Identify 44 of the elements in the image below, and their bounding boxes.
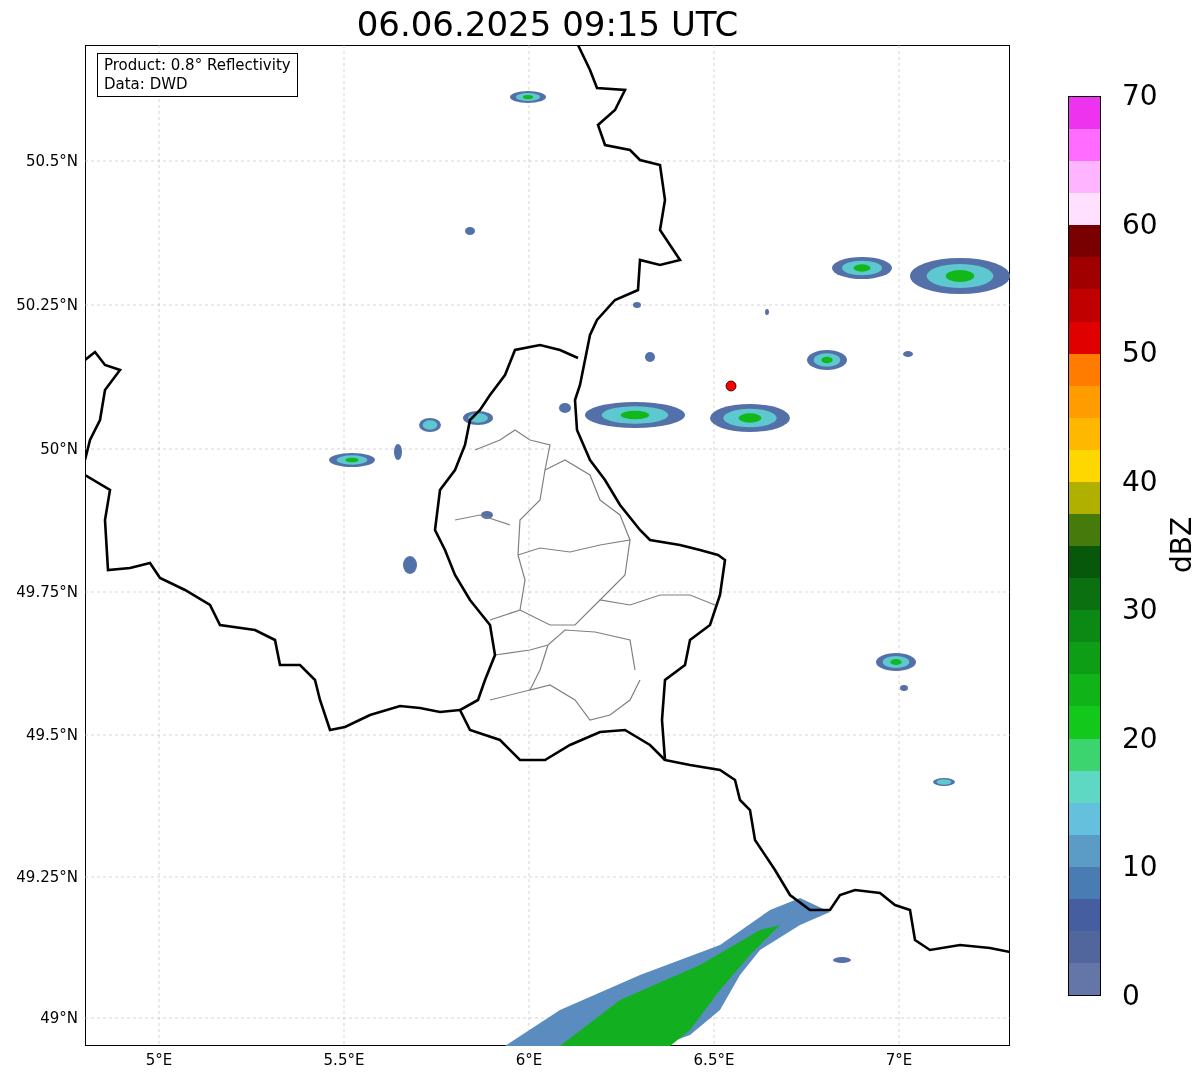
- colorbar-tick-label: 10: [1122, 851, 1158, 884]
- radar-echo: [933, 778, 955, 786]
- latitude-label: 50.5°N: [25, 152, 78, 170]
- radar-echo: [832, 257, 892, 279]
- colorbar-tick-label: 60: [1122, 208, 1158, 241]
- colorbar-tick-label: 0: [1122, 980, 1140, 1012]
- colorbar-tick-label: 20: [1122, 722, 1158, 755]
- longitude-label: 7°E: [884, 1051, 914, 1069]
- radar-echo: [876, 653, 916, 671]
- radar-echo: [765, 309, 769, 315]
- radar-echo: [463, 411, 493, 425]
- longitude-label: 6.5°E: [692, 1051, 736, 1069]
- radar-echo: [900, 685, 908, 691]
- radar-echo: [903, 351, 913, 357]
- radar-echo: [645, 352, 655, 362]
- longitude-label: 5°E: [144, 1051, 174, 1069]
- location-marker: [725, 380, 737, 392]
- colorbar-tick-label: 70: [1122, 80, 1158, 112]
- radar-echo: [510, 91, 546, 103]
- latitude-label: 49.75°N: [16, 583, 78, 601]
- longitude-label: 6°E: [514, 1051, 544, 1069]
- radar-echo: [394, 444, 402, 460]
- latitude-label: 49.5°N: [25, 726, 78, 744]
- legend-text: Product: 0.8° Reflectivity: [104, 56, 291, 75]
- radar-echo: [465, 227, 475, 235]
- radar-echo: [403, 556, 417, 574]
- longitude-label: 5.5°E: [322, 1051, 366, 1069]
- figure-title: 06.06.2025 09:15 UTC: [355, 3, 740, 46]
- radar-echo: [833, 957, 851, 963]
- radar-echo: [633, 302, 641, 308]
- colorbar-tick-label: 30: [1122, 594, 1158, 627]
- radar-echo: [807, 350, 847, 370]
- legend-text: Data: DWD: [104, 75, 189, 94]
- latitude-label: 49°N: [40, 1009, 78, 1027]
- radar-echo: [329, 453, 375, 467]
- colorbar-tick-label: 40: [1122, 465, 1158, 498]
- colorbar-label: dBZ: [1166, 516, 1198, 574]
- radar-echo: [481, 511, 493, 519]
- latitude-label: 50.25°N: [16, 296, 78, 314]
- radar-echo: [419, 418, 441, 432]
- latitude-label: 49.25°N: [16, 868, 78, 886]
- colorbar-tick-label: 50: [1122, 337, 1158, 370]
- latitude-label: 50°N: [40, 440, 78, 458]
- radar-echo: [559, 403, 571, 413]
